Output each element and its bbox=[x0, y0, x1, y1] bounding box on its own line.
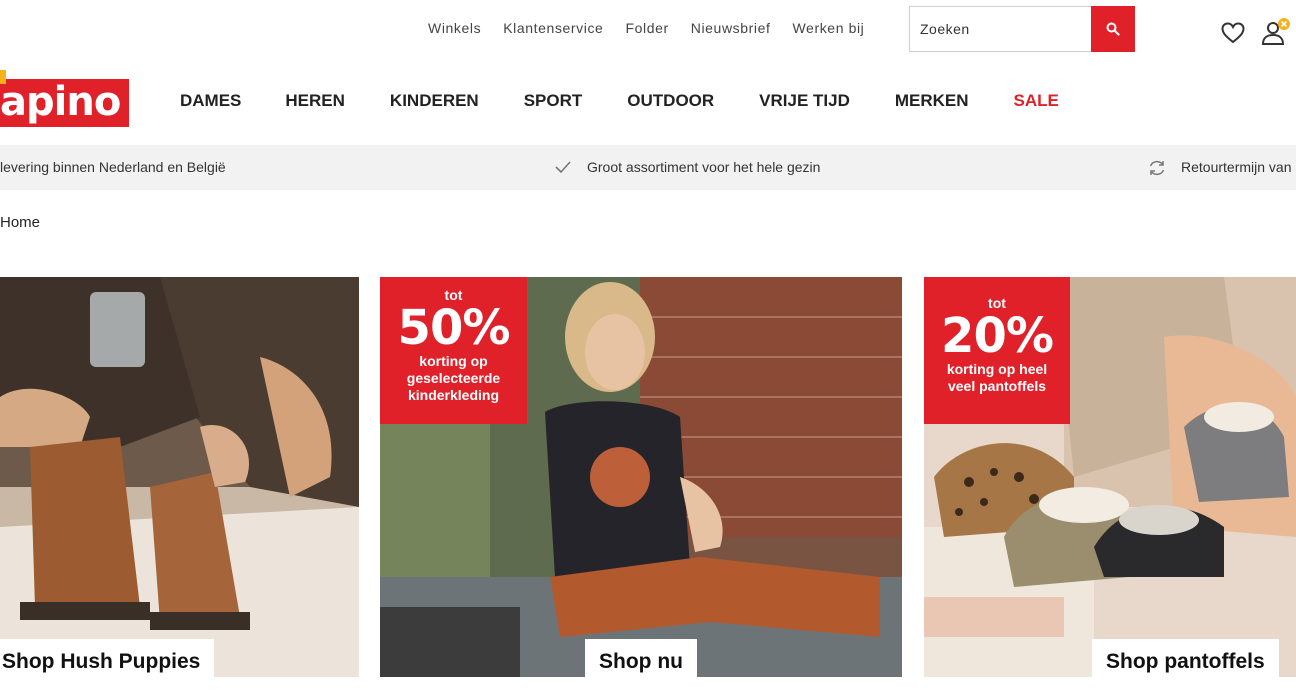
discount-badge-50: tot 50% korting op geselecteerde kinderk… bbox=[380, 277, 527, 424]
banner-pantoffels[interactable]: tot 20% korting op heel veel pantoffels … bbox=[924, 277, 1296, 677]
usp-bar: levering binnen Nederland en België Groo… bbox=[0, 145, 1296, 190]
top-bar: Winkels Klantenservice Folder Nieuwsbrie… bbox=[0, 0, 1296, 58]
logo-accent bbox=[0, 70, 6, 84]
search-button[interactable] bbox=[1091, 6, 1135, 52]
check-icon bbox=[555, 161, 571, 174]
badge-percentage: 50% bbox=[397, 300, 511, 356]
search-input[interactable] bbox=[910, 7, 1091, 51]
badge-text-line2: geselecteerde bbox=[406, 370, 501, 386]
nav-sale[interactable]: SALE bbox=[1014, 91, 1059, 111]
search-box bbox=[909, 6, 1135, 52]
cta-shop-hush-puppies[interactable]: Shop Hush Puppies bbox=[0, 639, 215, 677]
cta-shop-pantoffels[interactable]: Shop pantoffels bbox=[1092, 639, 1279, 677]
breadcrumb-home[interactable]: Home bbox=[0, 214, 40, 231]
discount-badge-20: tot 20% korting op heel veel pantoffels bbox=[924, 277, 1070, 424]
banner-hush-puppies-image bbox=[0, 277, 359, 677]
link-werken-bij[interactable]: Werken bij bbox=[793, 20, 865, 36]
logo-wordmark: apino bbox=[0, 79, 129, 127]
nav-vrije-tijd[interactable]: VRIJE TIJD bbox=[759, 91, 850, 111]
usp-assortment: Groot assortiment voor het hele gezin bbox=[587, 159, 821, 175]
badge-text-line3: kinderkleding bbox=[407, 387, 500, 403]
breadcrumb: Home bbox=[0, 214, 40, 231]
link-nieuwsbrief[interactable]: Nieuwsbrief bbox=[691, 20, 771, 36]
nav-kinderen[interactable]: KINDEREN bbox=[390, 91, 479, 111]
nav-merken[interactable]: MERKEN bbox=[895, 91, 969, 111]
cta-shop-nu[interactable]: Shop nu bbox=[585, 639, 697, 677]
banner-hush-puppies[interactable]: Shop Hush Puppies bbox=[0, 277, 359, 677]
nav-outdoor[interactable]: OUTDOOR bbox=[627, 91, 714, 111]
nav-heren[interactable]: HEREN bbox=[285, 91, 345, 111]
main-navigation: DAMES HEREN KINDEREN SPORT OUTDOOR VRIJE… bbox=[180, 91, 1059, 111]
link-folder[interactable]: Folder bbox=[625, 20, 668, 36]
user-icon[interactable] bbox=[1260, 17, 1290, 47]
usp-returns: Retourtermijn van bbox=[1181, 159, 1292, 175]
nav-sport[interactable]: SPORT bbox=[524, 91, 583, 111]
badge-percentage: 20% bbox=[941, 308, 1054, 364]
banner-kinderkleding[interactable]: tot 50% korting op geselecteerde kinderk… bbox=[380, 277, 902, 677]
link-winkels[interactable]: Winkels bbox=[428, 20, 481, 36]
search-icon bbox=[1106, 22, 1120, 36]
heart-icon[interactable] bbox=[1220, 20, 1246, 46]
utility-links: Winkels Klantenservice Folder Nieuwsbrie… bbox=[428, 20, 864, 36]
nav-dames[interactable]: DAMES bbox=[180, 91, 241, 111]
usp-delivery: levering binnen Nederland en België bbox=[0, 159, 226, 175]
logo[interactable]: apino bbox=[0, 70, 130, 128]
badge-text-line2: veel pantoffels bbox=[947, 378, 1047, 394]
refresh-icon bbox=[1149, 160, 1165, 176]
link-klantenservice[interactable]: Klantenservice bbox=[503, 20, 603, 36]
